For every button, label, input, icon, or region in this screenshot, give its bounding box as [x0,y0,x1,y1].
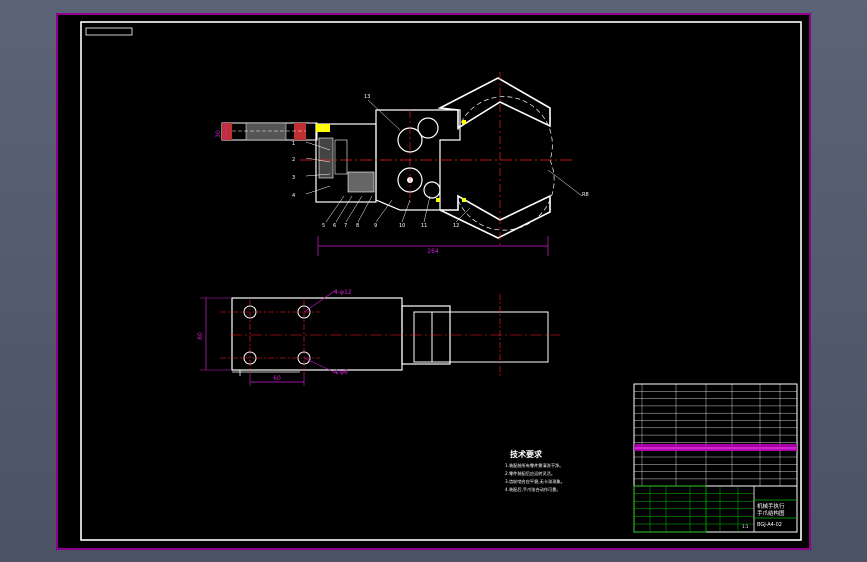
hole-callout-bottom: 4-φ6 [334,369,348,376]
note-item: 4.装配后,手爪张合动作可靠。 [505,486,561,493]
leader-label-right: R8 [582,192,589,198]
title-block-title: 机械手执行 [757,502,785,510]
part-label: 7 [344,223,347,229]
title-block-subtitle: 手爪结构图 [757,509,785,517]
part-label: 6 [333,223,336,229]
dim-plate-height: 80 [197,332,204,340]
part-label: 8 [356,223,359,229]
hole-callout-top: 4-φ12 [334,289,352,296]
note-item: 1.装配前所有零件需清洗干净。 [505,462,563,469]
part-label: 4 [292,193,295,199]
part-label: 12 [453,223,459,229]
part-label: 9 [374,223,377,229]
part-label: 13 [364,94,370,100]
part-label: 5 [322,223,325,229]
part-label: 11 [421,223,427,229]
title-block-drawing-number: BGJ-A4-02 [757,522,782,528]
part-label: 2 [292,157,295,163]
notes-title: 技术要求 [510,449,543,459]
title-block-scale: 1:1 [742,524,749,529]
dim-overall-width: 264 [427,248,439,255]
dim-rod-height: 30 [215,130,222,138]
note-item: 3.齿轮啮合应平稳,无卡滞现象。 [505,478,565,485]
part-label: 3 [292,175,295,181]
drawing-sheet [56,13,811,550]
cad-viewport[interactable]: 264 30 R8 1 2 3 4 5 6 7 8 9 10 11 12 13 [0,0,867,562]
part-label: 1 [292,141,295,147]
dim-hole-spacing: 60 [273,375,281,382]
part-label: 10 [399,223,405,229]
note-item: 2.零件装配后应运转灵活。 [505,470,555,477]
